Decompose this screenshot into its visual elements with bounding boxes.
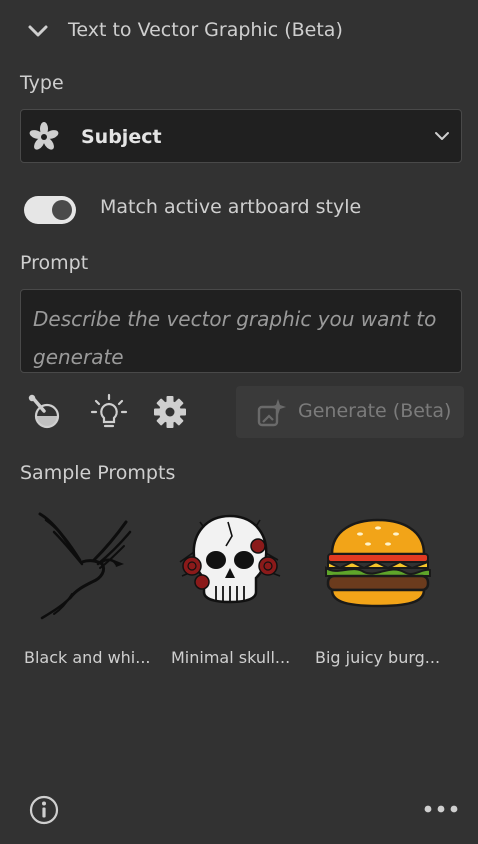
prompt-field[interactable] xyxy=(20,289,462,373)
type-select[interactable]: Subject xyxy=(20,109,462,163)
sample-thumbnail-burger[interactable] xyxy=(318,502,438,626)
sample-caption-bird[interactable]: Black and whi... xyxy=(24,648,151,667)
toggle-knob xyxy=(52,200,72,220)
info-icon[interactable] xyxy=(28,794,60,826)
chevron-down-icon xyxy=(435,132,449,140)
prompt-label: Prompt xyxy=(20,252,89,274)
sample-caption-skull[interactable]: Minimal skull... xyxy=(171,648,290,667)
match-style-toggle[interactable] xyxy=(24,196,76,224)
generate-button-label: Generate (Beta) xyxy=(298,400,452,422)
generate-sparkle-icon xyxy=(257,399,286,427)
sample-prompts-label: Sample Prompts xyxy=(20,462,176,484)
chevron-down-icon[interactable] xyxy=(26,22,50,42)
type-label: Type xyxy=(20,72,64,94)
panel-header[interactable]: Text to Vector Graphic (Beta) xyxy=(0,0,478,64)
sample-caption-burger[interactable]: Big juicy burg... xyxy=(315,648,440,667)
more-icon[interactable] xyxy=(422,800,460,818)
panel-title: Text to Vector Graphic (Beta) xyxy=(68,19,343,41)
lightbulb-icon[interactable] xyxy=(90,393,128,431)
sample-thumbnail-skull[interactable] xyxy=(170,502,290,626)
eyedropper-style-icon[interactable] xyxy=(26,393,64,431)
gear-icon[interactable] xyxy=(152,393,190,431)
subject-icon xyxy=(29,122,59,150)
generate-button[interactable]: Generate (Beta) xyxy=(236,386,464,438)
prompt-input[interactable] xyxy=(21,290,461,372)
sample-thumbnail-bird[interactable] xyxy=(26,502,146,626)
match-style-label: Match active artboard style xyxy=(100,196,362,218)
type-select-value: Subject xyxy=(81,126,162,148)
